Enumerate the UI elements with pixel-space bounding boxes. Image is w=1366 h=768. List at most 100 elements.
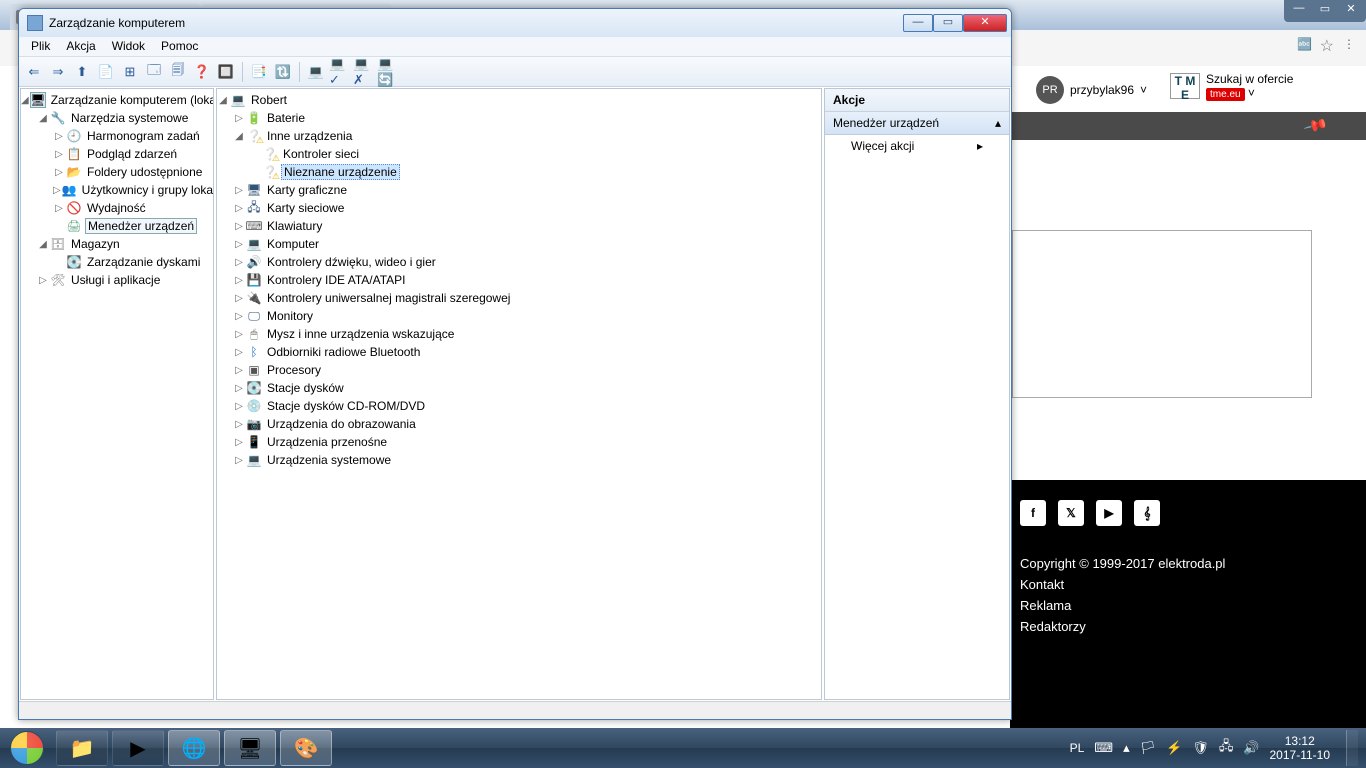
tree-item-portable[interactable]: ▷📱Urządzenia przenośne <box>217 433 821 451</box>
tree-item-shares[interactable]: ▷📂Foldery udostępnione <box>21 163 213 181</box>
close-button[interactable]: ✕ <box>963 14 1007 32</box>
tree-twisty-icon[interactable]: ▷ <box>53 185 61 196</box>
tree-item-host[interactable]: ◢💻Robert <box>217 91 821 109</box>
action-center-icon[interactable]: 🏳 <box>1140 740 1157 756</box>
menu-file[interactable]: Plik <box>23 37 58 56</box>
toolbar-button-2[interactable]: ⬆ <box>71 61 93 83</box>
tree-twisty-icon[interactable]: ▷ <box>233 293 245 304</box>
tree-item-events[interactable]: ▷📋Podgląd zdarzeń <box>21 145 213 163</box>
actions-section[interactable]: Menedżer urządzeń ▴ <box>825 112 1009 135</box>
tree-twisty-icon[interactable]: ▷ <box>53 203 65 214</box>
footer-link-ads[interactable]: Reklama <box>1020 598 1356 613</box>
tree-twisty-icon[interactable]: ▷ <box>233 329 245 340</box>
user-menu[interactable]: PR przybylak96 ˅ <box>1036 76 1147 104</box>
toolbar-button-1[interactable]: ⇒ <box>47 61 69 83</box>
tme-widget[interactable]: T ME Szukaj w ofercie tme.eu ˅ <box>1170 72 1293 100</box>
tree-item-perf[interactable]: ▷🚫Wydajność <box>21 199 213 217</box>
menu-icon[interactable]: ⋮ <box>1340 37 1358 55</box>
tree-twisty-icon[interactable]: ▷ <box>233 257 245 268</box>
menu-view[interactable]: Widok <box>104 37 153 56</box>
footer-link-editors[interactable]: Redaktorzy <box>1020 619 1356 634</box>
tree-item-hd[interactable]: ▷💽Stacje dysków <box>217 379 821 397</box>
tree-twisty-icon[interactable]: ▷ <box>53 131 65 142</box>
toolbar-button-5[interactable]: 🗔 <box>143 61 165 83</box>
tree-item-root[interactable]: ◢🖥Zarządzanie komputerem (lokalnym) <box>21 91 213 109</box>
tree-item-unknown[interactable]: ❔Nieznane urządzenie <box>217 163 821 181</box>
tree-item-kbd[interactable]: ▷⌨Klawiatury <box>217 217 821 235</box>
show-desktop-button[interactable] <box>1346 730 1358 766</box>
tree-item-imaging[interactable]: ▷📷Urządzenia do obrazowania <box>217 415 821 433</box>
tree-item-sysdev[interactable]: ▷💻Urządzenia systemowe <box>217 451 821 469</box>
tree-twisty-icon[interactable]: ▷ <box>233 239 245 250</box>
maximize-button[interactable]: ▭ <box>1312 2 1338 20</box>
titlebar[interactable]: Zarządzanie komputerem — ▭ ✕ <box>19 9 1011 37</box>
twitter-icon[interactable]: 𝕏 <box>1058 500 1084 526</box>
keyboard-icon[interactable]: ⌨ <box>1094 740 1113 756</box>
tree-item-other[interactable]: ◢❔Inne urządzenia <box>217 127 821 145</box>
volume-icon[interactable]: 🔊 <box>1243 740 1259 756</box>
tree-item-mon[interactable]: ▷🖵Monitory <box>217 307 821 325</box>
network-icon[interactable]: 🖧 <box>1219 737 1234 759</box>
tree-twisty-icon[interactable]: ▷ <box>233 455 245 466</box>
footer-link-contact[interactable]: Kontakt <box>1020 577 1356 592</box>
tree-item-cpu[interactable]: ▷▣Procesory <box>217 361 821 379</box>
taskbar-button-mmc[interactable]: 🖥 <box>224 730 276 766</box>
tree-item-users[interactable]: ▷👥Użytkownicy i grupy lokalne <box>21 181 213 199</box>
tree-item-bt[interactable]: ▷ᛒOdbiorniki radiowe Bluetooth <box>217 343 821 361</box>
tree-twisty-icon[interactable]: ▷ <box>53 167 65 178</box>
tree-twisty-icon[interactable]: ▷ <box>233 221 245 232</box>
tree-item-computer[interactable]: ▷💻Komputer <box>217 235 821 253</box>
lang-indicator[interactable]: PL <box>1070 741 1085 755</box>
tree-item-netctrl[interactable]: ❔Kontroler sieci <box>217 145 821 163</box>
toolbar-button-10[interactable]: 📑 <box>248 61 270 83</box>
toolbar-button-15[interactable]: 💻✗ <box>353 61 375 83</box>
actions-more[interactable]: Więcej akcji ▸ <box>825 135 1009 157</box>
tree-twisty-icon[interactable]: ▷ <box>233 383 245 394</box>
taskbar-button-wmplayer[interactable]: ▶ <box>112 730 164 766</box>
minimize-button[interactable]: — <box>1286 2 1312 20</box>
device-tree[interactable]: ◢💻Robert▷🔋Baterie◢❔Inne urządzenia❔Kontr… <box>217 89 821 471</box>
clock[interactable]: 13:12 2017-11-10 <box>1270 734 1331 762</box>
toolbar-button-11[interactable]: 🔃 <box>272 61 294 83</box>
toolbar-button-7[interactable]: ❓ <box>191 61 213 83</box>
taskbar-button-explorer[interactable]: 📁 <box>56 730 108 766</box>
tree-item-nic[interactable]: ▷🖧Karty sieciowe <box>217 199 821 217</box>
tree-twisty-icon[interactable]: ◢ <box>37 113 49 124</box>
tree-item-devmgr[interactable]: 🖨Menedżer urządzeń <box>21 217 213 235</box>
toolbar-button-13[interactable]: 💻 <box>305 61 327 83</box>
taskbar-button-chrome[interactable]: 🌐 <box>168 730 220 766</box>
close-button[interactable]: ✕ <box>1338 2 1364 20</box>
tree-item-cd[interactable]: ▷💿Stacje dysków CD-ROM/DVD <box>217 397 821 415</box>
start-button[interactable] <box>0 728 54 768</box>
tree-item-sys-tools[interactable]: ◢🔧Narzędzia systemowe <box>21 109 213 127</box>
tree-item-gpu[interactable]: ▷🖥Karty graficzne <box>217 181 821 199</box>
tree-item-storage[interactable]: ◢🗄Magazyn <box>21 235 213 253</box>
tree-twisty-icon[interactable]: ▷ <box>233 203 245 214</box>
tree-twisty-icon[interactable]: ◢ <box>37 239 49 250</box>
tree-twisty-icon[interactable]: ▷ <box>53 149 65 160</box>
power-icon[interactable]: ⚡ <box>1166 740 1182 756</box>
tree-twisty-icon[interactable]: ◢ <box>217 95 229 106</box>
toolbar-button-3[interactable]: 📄 <box>95 61 117 83</box>
tree-item-batt[interactable]: ▷🔋Baterie <box>217 109 821 127</box>
tree-twisty-icon[interactable]: ▷ <box>233 437 245 448</box>
toolbar-button-4[interactable]: ⊞ <box>119 61 141 83</box>
tree-twisty-icon[interactable]: ▷ <box>233 113 245 124</box>
toolbar-button-8[interactable]: 🔲 <box>215 61 237 83</box>
youtube-icon[interactable]: ▶ <box>1096 500 1122 526</box>
tree-twisty-icon[interactable]: ▷ <box>37 275 49 286</box>
minimize-button[interactable]: — <box>903 14 933 32</box>
tree-item-mouse[interactable]: ▷🖱Mysz i inne urządzenia wskazujące <box>217 325 821 343</box>
toolbar-button-0[interactable]: ⇐ <box>23 61 45 83</box>
tree-item-usb[interactable]: ▷🔌Kontrolery uniwersalnej magistrali sze… <box>217 289 821 307</box>
tree-twisty-icon[interactable]: ◢ <box>21 95 29 106</box>
tree-item-scheduler[interactable]: ▷🕘Harmonogram zadań <box>21 127 213 145</box>
tree-item-diskmgr[interactable]: 💽Zarządzanie dyskami <box>21 253 213 271</box>
tree-twisty-icon[interactable]: ▷ <box>233 365 245 376</box>
menu-help[interactable]: Pomoc <box>153 37 206 56</box>
bookmark-star-icon[interactable]: ☆ <box>1320 36 1334 56</box>
toolbar-button-6[interactable]: 🗐 <box>167 61 189 83</box>
tray-expand-icon[interactable]: ▴ <box>1123 740 1130 756</box>
facebook-icon[interactable]: f <box>1020 500 1046 526</box>
tree-item-ide[interactable]: ▷💾Kontrolery IDE ATA/ATAPI <box>217 271 821 289</box>
